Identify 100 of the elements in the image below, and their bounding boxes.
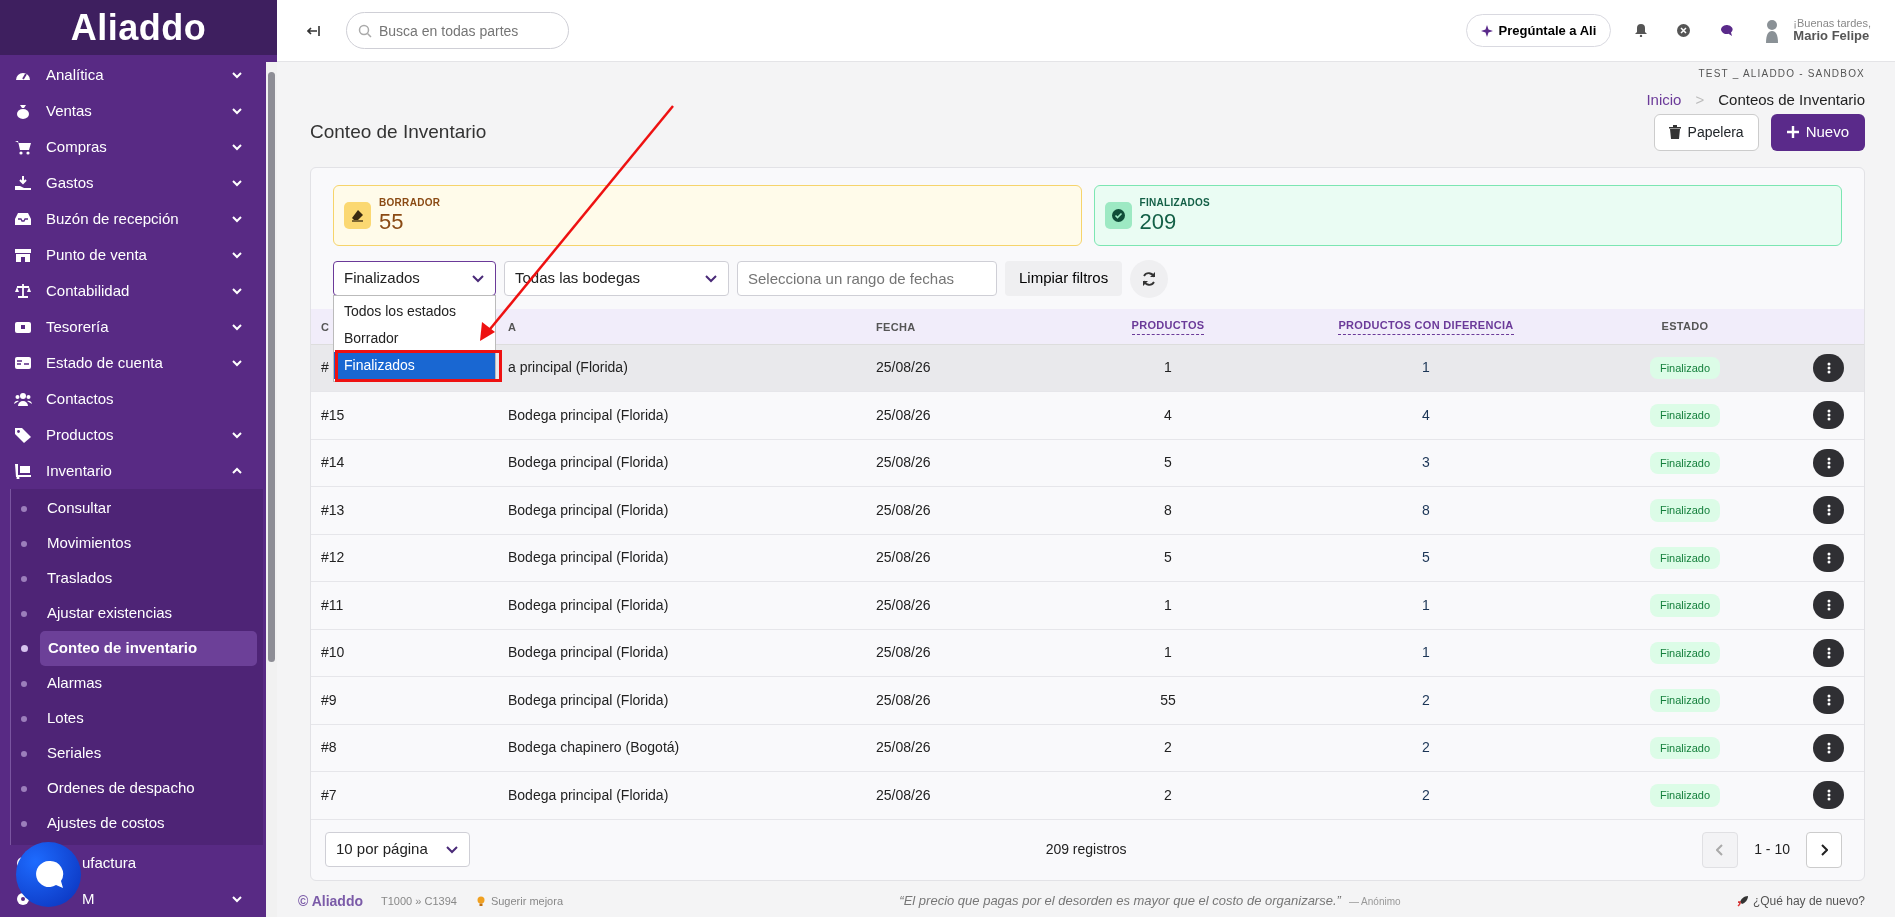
table-cell: # <box>321 359 329 376</box>
bell-icon[interactable] <box>1635 24 1648 37</box>
sidebar-subitem[interactable]: Ajustes de costos <box>39 806 257 841</box>
date-range-field[interactable]: Selecciona un rango de fechas <box>737 261 997 296</box>
table-cell: #12 <box>321 549 345 566</box>
dropdown-option[interactable]: Finalizados <box>334 351 495 379</box>
vertical-dots-icon <box>1826 599 1831 612</box>
row-menu-button[interactable] <box>1813 401 1844 430</box>
whats-new-link[interactable]: ¿Qué hay de nuevo? <box>1736 892 1865 910</box>
breadcrumb-link[interactable]: Inicio <box>1646 89 1682 112</box>
column-header: ESTADO <box>1661 318 1709 334</box>
table-cell: 25/08/26 <box>876 549 931 566</box>
table-cell-text: 8 <box>1164 500 1172 520</box>
chevron-down-icon <box>231 321 243 333</box>
bullet-icon <box>21 645 28 652</box>
dolly-icon <box>14 463 32 479</box>
table-cell: Bodega principal (Florida) <box>508 691 669 708</box>
status-badge: Finalizado <box>1649 594 1721 617</box>
chevron-down-icon <box>231 285 243 297</box>
sidebar-item[interactable]: Punto de venta <box>0 237 263 273</box>
close-circle-icon[interactable] <box>1677 24 1691 37</box>
sidebar-subitem[interactable]: Movimientos <box>39 526 257 561</box>
sidebar-item[interactable]: Estado de cuenta <box>0 345 263 381</box>
store-icon <box>14 247 32 263</box>
page-title: Conteo de Inventario <box>310 120 487 144</box>
scrollbar[interactable] <box>268 72 275 662</box>
sidebar-subitem[interactable]: Ordenes de despacho <box>39 771 257 806</box>
column-header: C <box>321 320 330 333</box>
bullet-icon <box>21 575 27 582</box>
status-select[interactable]: Finalizados <box>333 261 496 296</box>
sidebar-item[interactable]: Analítica <box>0 57 263 93</box>
sidebar-subitem[interactable]: Ajustar existencias <box>39 596 257 631</box>
version-text: T1000 » C1394 <box>381 893 457 909</box>
sidebar-item[interactable]: Gastos <box>0 165 263 201</box>
trash-button[interactable]: Papelera <box>1653 113 1759 151</box>
table-cell-text: 5 <box>1422 548 1430 568</box>
vertical-dots-icon <box>1826 646 1831 659</box>
dropdown-option[interactable]: Todos los estados <box>334 297 495 325</box>
chevron-right-icon <box>1820 843 1828 856</box>
table-cell-text: 5 <box>1164 548 1172 568</box>
sidebar-item[interactable]: Productos <box>0 417 263 453</box>
sidebar-item[interactable]: Buzón de recepción <box>0 201 263 237</box>
sidebar-subitem[interactable]: Traslados <box>39 561 257 596</box>
sidebar-subitem[interactable]: Alarmas <box>39 666 257 701</box>
sidebar-subitem[interactable]: Lotes <box>39 701 257 736</box>
id-card-icon <box>14 355 32 371</box>
clear-filters-button[interactable]: Limpiar filtros <box>1005 261 1123 296</box>
row-menu-button[interactable] <box>1813 543 1844 572</box>
table-cell: Bodega principal (Florida) <box>508 644 669 661</box>
bullet-icon <box>21 820 27 827</box>
bullet-icon <box>21 715 27 722</box>
chevron-down-icon <box>471 272 485 285</box>
chat-icon[interactable] <box>1720 24 1734 37</box>
table-cell: Bodega principal (Florida) <box>508 549 669 566</box>
plus-icon <box>1786 126 1799 138</box>
sidebar-subitem[interactable]: Seriales <box>39 736 257 771</box>
sidebar-item[interactable]: Compras <box>0 129 263 165</box>
chevron-down-icon <box>445 843 459 856</box>
table-cell: Bodega chapinero (Bogotá) <box>508 739 680 756</box>
next-page-button[interactable] <box>1806 831 1842 868</box>
sidebar-item[interactable]: Inventario <box>0 453 263 489</box>
row-menu-button[interactable] <box>1813 448 1844 477</box>
column-header[interactable]: PRODUCTOS CON DIFERENCIA <box>1338 317 1514 335</box>
row-menu-button[interactable] <box>1813 686 1844 715</box>
search-field[interactable]: Busca en todas partes <box>346 12 569 49</box>
row-menu-button[interactable] <box>1813 638 1844 667</box>
table-cell: Bodega principal (Florida) <box>508 406 669 423</box>
table-cell-text: 4 <box>1164 405 1172 425</box>
table-cell-text: 1 <box>1164 358 1172 378</box>
column-header[interactable]: PRODUCTOS <box>1131 317 1205 335</box>
row-menu-button[interactable] <box>1813 781 1844 810</box>
logo: Aliaddo <box>70 5 207 50</box>
vertical-dots-icon <box>1826 361 1831 374</box>
vertical-dots-icon <box>1826 409 1831 422</box>
table-cell-text: 1 <box>1164 643 1172 663</box>
tag-icon <box>14 427 32 443</box>
row-menu-button[interactable] <box>1813 591 1844 620</box>
sidebar-subitem[interactable]: Conteo de inventario <box>40 631 257 666</box>
sidebar-item[interactable]: Tesorería <box>0 309 263 345</box>
new-button[interactable]: Nuevo <box>1770 113 1865 151</box>
row-menu-button[interactable] <box>1813 353 1844 382</box>
collapse-icon <box>307 25 321 38</box>
sidebar-item[interactable]: Contactos <box>0 381 263 417</box>
sidebar-subitem[interactable]: Consultar <box>39 491 257 526</box>
vertical-dots-icon <box>1826 694 1831 707</box>
chevron-down-icon <box>704 272 718 285</box>
ask-button[interactable]: Pregúntale a Ali <box>1465 13 1612 48</box>
table-cell: 25/08/26 <box>876 406 931 423</box>
sidebar-item[interactable]: Contabilidad <box>0 273 263 309</box>
search-icon <box>358 24 372 38</box>
check-circle-icon <box>1111 208 1125 222</box>
bullet-icon <box>21 540 27 547</box>
row-menu-button[interactable] <box>1813 496 1844 525</box>
per-page-select[interactable]: 10 por página <box>325 832 470 867</box>
table-cell-text: 2 <box>1164 738 1172 758</box>
sidebar-item[interactable]: Ventas <box>0 93 263 129</box>
row-menu-button[interactable] <box>1813 733 1844 762</box>
chevron-down-icon <box>231 429 243 441</box>
table-cell: #13 <box>321 501 345 518</box>
table-cell-text: 1 <box>1422 643 1430 663</box>
